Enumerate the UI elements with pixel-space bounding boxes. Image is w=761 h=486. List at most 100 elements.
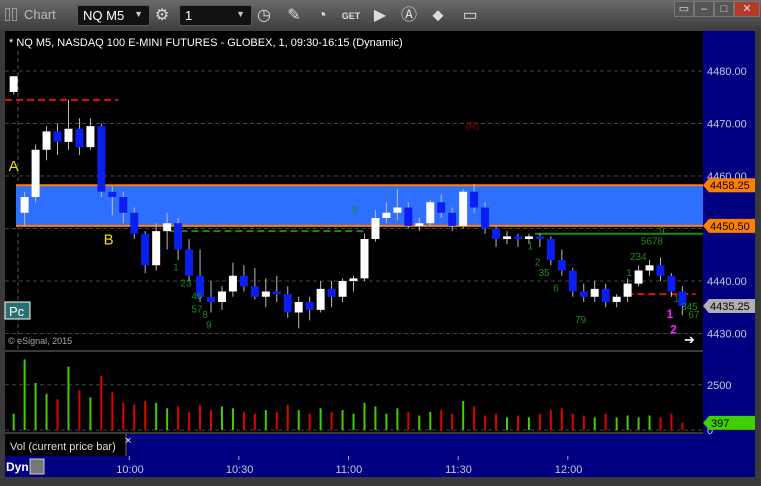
drag-grip-icon[interactable] xyxy=(5,8,10,21)
volume-bar xyxy=(429,411,432,430)
volume-bar xyxy=(242,411,245,430)
get-icon[interactable]: GET xyxy=(340,5,362,27)
scroll-to-end-icon[interactable]: ➔ xyxy=(684,332,695,347)
chart-annotation: 9 xyxy=(352,205,358,216)
chart-annotation: 1 xyxy=(173,263,179,274)
zone-price-text: 4450.50 xyxy=(710,221,750,233)
volume-bar xyxy=(166,408,169,430)
candle xyxy=(130,212,139,234)
candle xyxy=(415,223,424,226)
candle xyxy=(645,265,654,271)
candle xyxy=(579,291,588,297)
play-icon[interactable]: ▶ xyxy=(369,5,391,27)
candle xyxy=(327,288,336,297)
copyright: © eSignal, 2015 xyxy=(8,336,72,346)
volume-bar xyxy=(133,404,136,430)
candle xyxy=(437,202,446,213)
volume-bar xyxy=(637,417,640,430)
candle xyxy=(393,207,402,213)
volume-bar xyxy=(297,410,300,430)
chart-annotation: 2 xyxy=(535,257,541,268)
candle xyxy=(371,218,380,239)
candle xyxy=(283,294,292,313)
time-tick-label: 11:30 xyxy=(445,464,472,476)
candle xyxy=(612,296,621,302)
candle xyxy=(53,131,62,142)
price-tick-label: 4440.00 xyxy=(707,276,747,288)
volume-bar xyxy=(155,402,158,430)
interval-value: 1 xyxy=(185,8,193,23)
chart-annotation: 1 xyxy=(666,307,673,321)
chart-annotation: (R) xyxy=(465,121,479,132)
last-price-text: 4435.25 xyxy=(710,301,750,313)
volume-bar xyxy=(286,404,289,430)
candle xyxy=(360,239,369,279)
title-bar: Chart NQ M5 ▼ ⚙ 1 ▼ ◷ ✎ ◔ GET ▶ Ⓐ ⬥ ▭ ▭ – … xyxy=(0,0,761,31)
chart-annotation: 5678 xyxy=(641,236,664,247)
minimize-button[interactable]: – xyxy=(694,1,714,17)
alert-icon[interactable]: Ⓐ xyxy=(398,5,420,27)
pane-tab-strip xyxy=(127,434,703,456)
candle xyxy=(448,212,457,226)
candle xyxy=(382,212,391,218)
volume-bar xyxy=(396,408,399,430)
volume-bar xyxy=(308,413,311,430)
volume-tick-label: 2500 xyxy=(707,380,731,392)
candle xyxy=(557,260,566,271)
chart-annotation: B xyxy=(104,231,114,248)
dock-button[interactable]: ▭ xyxy=(674,1,694,17)
time-tick-label: 12:00 xyxy=(555,464,583,476)
volume-bar xyxy=(209,410,212,430)
candle xyxy=(513,236,522,239)
clock-icon[interactable]: ◷ xyxy=(253,5,275,27)
volume-bar xyxy=(538,413,541,430)
study-icon[interactable]: ◔ xyxy=(311,5,333,27)
comment-icon[interactable]: ▭ xyxy=(459,5,481,27)
volume-bar xyxy=(495,413,498,430)
pencil-icon[interactable]: ✎ xyxy=(283,5,305,27)
price-zone xyxy=(15,185,703,226)
chart-annotation: 1 xyxy=(674,294,680,305)
drag-grip-icon[interactable] xyxy=(12,8,17,21)
close-button[interactable]: ✕ xyxy=(734,1,760,17)
interval-select[interactable]: 1 ▼ xyxy=(179,5,252,26)
symbol-select[interactable]: NQ M5 ▼ xyxy=(77,5,150,26)
volume-bar xyxy=(549,410,552,430)
chart-annotation: 2 xyxy=(670,323,677,337)
volume-bar xyxy=(407,411,410,430)
link-icon[interactable]: ⬥ xyxy=(427,5,449,27)
candle xyxy=(305,302,314,310)
candle xyxy=(294,302,303,313)
lock-icon[interactable] xyxy=(29,458,45,475)
volume-bar xyxy=(352,413,355,430)
price-axis[interactable] xyxy=(703,31,755,477)
chart-annotation: 6 xyxy=(553,284,559,295)
candle xyxy=(206,296,215,302)
candle xyxy=(590,288,599,297)
chart-annotation: 46 xyxy=(191,291,203,302)
candle xyxy=(481,207,490,229)
candle xyxy=(119,197,128,213)
time-tick-label: 10:00 xyxy=(116,464,144,476)
candle xyxy=(250,286,259,297)
candle xyxy=(338,281,347,297)
close-study-button[interactable]: × xyxy=(125,435,131,447)
volume-bar xyxy=(275,411,278,430)
volume-bar xyxy=(188,411,191,430)
candle xyxy=(349,278,358,281)
candle xyxy=(316,288,325,310)
chart-annotation: 1 xyxy=(528,242,534,253)
candle xyxy=(568,270,577,292)
candle xyxy=(97,126,106,192)
volume-bar xyxy=(319,408,322,430)
settings-icon[interactable]: ⚙ xyxy=(151,5,173,27)
candle xyxy=(86,126,95,148)
candle xyxy=(470,191,479,208)
maximize-button[interactable]: □ xyxy=(714,1,734,17)
volume-bar xyxy=(571,413,574,430)
volume-bar xyxy=(681,422,684,430)
candle xyxy=(623,283,632,297)
candle xyxy=(185,249,194,276)
candle xyxy=(503,236,512,239)
candle xyxy=(634,270,643,284)
